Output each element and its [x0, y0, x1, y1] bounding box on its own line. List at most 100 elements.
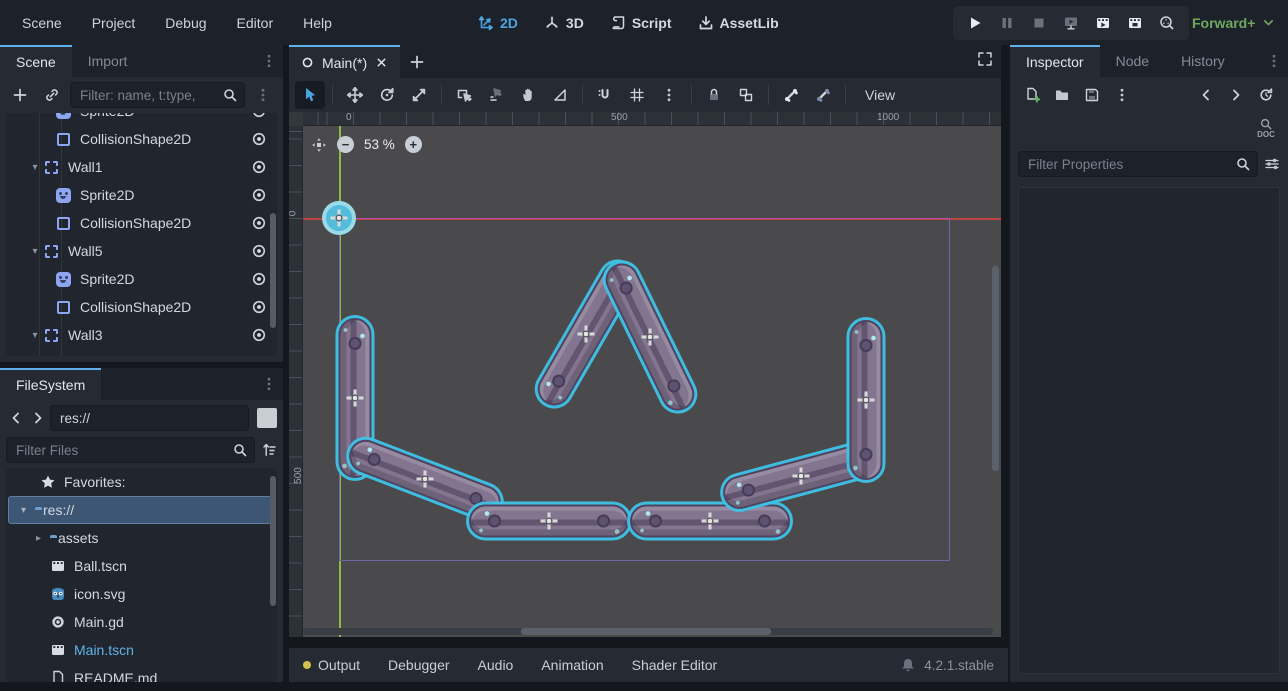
move-gizmo[interactable]	[331, 210, 348, 227]
move-gizmo[interactable]	[578, 326, 595, 343]
switch-script-button[interactable]: Script	[610, 15, 672, 31]
tab-filesystem[interactable]: FileSystem	[0, 368, 101, 400]
save-resource-button[interactable]	[1078, 82, 1106, 108]
tree-row[interactable]: Sprite2D	[6, 113, 277, 125]
favorites-row[interactable]: Favorites:	[6, 468, 277, 496]
play-custom-scene-button[interactable]	[1121, 9, 1149, 37]
fs-row-res[interactable]: ▾ res://	[8, 496, 275, 524]
lock-node-button[interactable]	[699, 81, 729, 109]
movie-maker-button[interactable]	[1153, 9, 1181, 37]
remote-debug-icon[interactable]	[1057, 9, 1085, 37]
menu-scene[interactable]: Scene	[10, 10, 74, 36]
fs-split-mode-button[interactable]	[257, 408, 277, 428]
zoom-in-button[interactable]: +	[405, 136, 422, 153]
tab-scene[interactable]: Scene	[0, 45, 72, 77]
switch-assetlib-button[interactable]: AssetLib	[698, 15, 779, 31]
visibility-eye-icon[interactable]	[251, 243, 267, 259]
menu-help[interactable]: Help	[291, 10, 344, 36]
visibility-eye-icon[interactable]	[251, 215, 267, 231]
menu-debug[interactable]: Debug	[153, 10, 218, 36]
tree-row[interactable]: CollisionShape2D	[6, 293, 277, 321]
scene-tree-scrollbar[interactable]	[270, 213, 276, 328]
renderer-dropdown[interactable]: Forward+	[1192, 0, 1275, 45]
scene-dock-menu-icon[interactable]	[261, 53, 277, 69]
play-scene-button[interactable]	[1089, 9, 1117, 37]
scene-tab-main[interactable]: Main(*)	[289, 45, 400, 78]
notification-bell-icon[interactable]	[900, 657, 916, 673]
visibility-eye-icon[interactable]	[251, 271, 267, 287]
tree-row[interactable]: ▾ Wall5	[6, 237, 277, 265]
switch-2d-button[interactable]: 2D	[478, 15, 518, 31]
collapse-arrow-icon[interactable]: ▾	[28, 246, 42, 257]
smart-snap-button[interactable]	[590, 81, 620, 109]
fs-row-icon-svg[interactable]: icon.svg	[6, 580, 277, 608]
move-gizmo[interactable]	[793, 468, 810, 485]
tab-history[interactable]: History	[1165, 45, 1241, 77]
canvas-vscrollbar[interactable]	[992, 126, 999, 627]
snap-options-icon[interactable]	[654, 81, 684, 109]
new-resource-button[interactable]	[1018, 82, 1046, 108]
add-node-button[interactable]	[6, 82, 34, 108]
fs-row-ball[interactable]: Ball.tscn	[6, 552, 277, 580]
collapse-arrow-icon[interactable]: ▾	[28, 330, 42, 341]
fs-forward-button[interactable]	[28, 405, 48, 431]
visibility-eye-icon[interactable]	[251, 299, 267, 315]
move-gizmo[interactable]	[858, 392, 875, 409]
open-docs-button[interactable]: DOC	[1252, 117, 1280, 145]
tree-row[interactable]: CollisionShape2D	[6, 209, 277, 237]
visibility-eye-icon[interactable]	[251, 187, 267, 203]
scene-tree-menu-icon[interactable]	[249, 82, 277, 108]
debugger-button[interactable]: Debugger	[388, 657, 450, 673]
pan-mode-button[interactable]	[513, 81, 543, 109]
fs-row-main-gd[interactable]: Main.gd	[6, 608, 277, 636]
filesystem-menu-icon[interactable]	[261, 376, 277, 392]
tab-import[interactable]: Import	[72, 45, 144, 77]
move-gizmo[interactable]	[702, 513, 719, 530]
inspector-tune-icon[interactable]	[1264, 156, 1280, 172]
zoom-level[interactable]: 53 %	[364, 137, 395, 152]
skeleton-options-button[interactable]	[808, 81, 838, 109]
tree-row[interactable]: Sprite2D	[6, 181, 277, 209]
collapse-arrow-icon[interactable]: ▾	[28, 162, 42, 173]
tree-row[interactable]: ▾ Wall1	[6, 153, 277, 181]
fs-row-assets[interactable]: ▸ assets	[6, 524, 277, 552]
pivot-select-button[interactable]	[481, 81, 511, 109]
fs-filter-input[interactable]	[6, 437, 255, 463]
ruler-mode-button[interactable]	[545, 81, 575, 109]
audio-button[interactable]: Audio	[478, 657, 514, 673]
move-gizmo[interactable]	[541, 513, 558, 530]
visibility-eye-icon[interactable]	[251, 131, 267, 147]
distraction-free-icon[interactable]	[977, 51, 993, 67]
load-resource-button[interactable]	[1048, 82, 1076, 108]
inspector-menu-icon[interactable]	[1266, 53, 1282, 69]
new-scene-tab-button[interactable]	[400, 45, 434, 78]
visibility-eye-icon[interactable]	[251, 159, 267, 175]
menu-editor[interactable]: Editor	[225, 10, 286, 36]
tree-row[interactable]: ▾ Wall3	[6, 321, 277, 349]
fs-row-readme[interactable]: README.md	[6, 664, 277, 682]
rotate-mode-button[interactable]	[372, 81, 402, 109]
tree-row[interactable]: CollisionShape2D	[6, 125, 277, 153]
fs-sort-button[interactable]	[261, 442, 277, 458]
skeleton-bone-button[interactable]	[776, 81, 806, 109]
fs-scrollbar[interactable]	[270, 476, 276, 606]
move-gizmo[interactable]	[417, 471, 434, 488]
fs-row-main-tscn[interactable]: Main.tscn	[6, 636, 277, 664]
stop-button[interactable]	[1025, 9, 1053, 37]
tree-row[interactable]: Sprite2D	[6, 349, 277, 356]
instance-scene-button[interactable]	[38, 82, 66, 108]
tab-node[interactable]: Node	[1100, 45, 1165, 77]
shader-editor-button[interactable]: Shader Editor	[632, 657, 718, 673]
view-menu[interactable]: View	[853, 87, 907, 103]
visibility-eye-icon[interactable]	[251, 327, 267, 343]
move-gizmo[interactable]	[347, 390, 364, 407]
tree-row[interactable]: Sprite2D	[6, 265, 277, 293]
fs-path-input[interactable]	[50, 405, 249, 431]
pause-button[interactable]	[993, 9, 1021, 37]
visibility-eye-icon[interactable]	[251, 113, 267, 119]
resource-options-icon[interactable]	[1108, 82, 1136, 108]
object-history-button[interactable]	[1252, 82, 1280, 108]
history-forward-button[interactable]	[1222, 82, 1250, 108]
output-button[interactable]: Output	[303, 657, 360, 673]
list-select-button[interactable]	[449, 81, 479, 109]
